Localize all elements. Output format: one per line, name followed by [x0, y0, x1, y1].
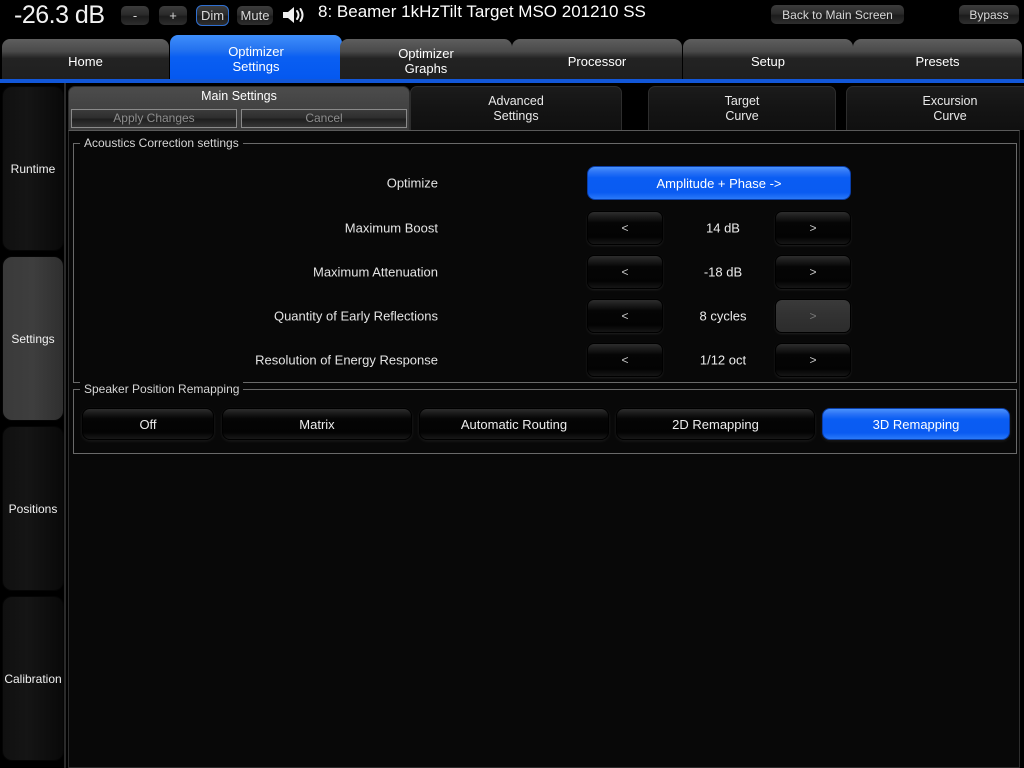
- sidebar-divider: [64, 83, 66, 768]
- acoustics-group-label: Acoustics Correction settings: [80, 136, 243, 150]
- increment-button[interactable]: >: [775, 255, 851, 289]
- decrement-button[interactable]: <: [587, 299, 663, 333]
- main-tab-sublabel: Graphs: [404, 61, 448, 76]
- sidebar-item-calibration[interactable]: Calibration: [2, 596, 64, 761]
- dim-button[interactable]: Dim: [196, 5, 229, 26]
- setting-label: Quantity of Early Reflections: [273, 308, 438, 324]
- main-tab-optimizer-settings[interactable]: Optimizer Settings: [170, 35, 342, 83]
- optimize-row: Optimize Amplitude + Phase ->: [74, 166, 1016, 200]
- main-tab-label: Optimizer: [228, 44, 284, 59]
- setting-value: 8 cycles: [699, 308, 747, 324]
- speaker-position-remapping-group: Speaker Position Remapping Off Matrix Auto…: [73, 382, 1017, 454]
- setting-label: Resolution of Energy Response: [255, 352, 438, 368]
- decrement-button[interactable]: <: [587, 255, 663, 289]
- main-tab-home[interactable]: Home: [2, 39, 169, 83]
- sub-tab-target[interactable]: Target Curve: [648, 86, 836, 130]
- sidebar-item-label: Positions: [8, 501, 58, 516]
- sidebar-item-settings[interactable]: Settings: [2, 256, 64, 421]
- sidebar-item-positions[interactable]: Positions: [2, 426, 64, 591]
- main-tab-label: Processor: [567, 53, 627, 69]
- main-tab-label: Home: [68, 53, 103, 69]
- sub-tab-bar: Main Settings Apply Changes Cancel Advanced…: [68, 86, 1024, 130]
- increment-button[interactable]: >: [775, 211, 851, 245]
- sidebar-item-label: Settings: [11, 331, 55, 346]
- main-tab-label: Setup: [751, 53, 785, 69]
- volume-decrease-button[interactable]: -: [120, 5, 150, 26]
- main-tab-sublabel: Settings: [232, 59, 280, 74]
- sub-tab-main-settings[interactable]: Main Settings Apply Changes Cancel: [68, 86, 410, 130]
- preset-title: 8: Beamer 1kHzTilt Target MSO 201210 SS: [318, 2, 646, 21]
- sub-tab-label: Main Settings: [201, 89, 277, 103]
- sidebar-item-label: Runtime: [10, 161, 56, 176]
- remapping-option-automatic-routing[interactable]: Automatic Routing: [419, 408, 609, 440]
- content-panel: Acoustics Correction settings Optimize A…: [68, 130, 1020, 768]
- mute-button[interactable]: Mute: [236, 5, 274, 26]
- volume-readout: -26.3 dB: [14, 1, 105, 29]
- setting-value: 14 dB: [706, 220, 740, 236]
- top-bar: -26.3 dB - + Dim Mute 8: Beamer 1kHzTilt…: [0, 0, 1024, 31]
- main-tab-processor[interactable]: Processor: [512, 39, 682, 83]
- main-tab-optimizer-graphs[interactable]: Optimizer Graphs: [340, 39, 512, 83]
- remapping-group-label: Speaker Position Remapping: [80, 382, 244, 396]
- sub-tab-sublabel: Settings: [493, 108, 539, 123]
- sub-tab-sublabel: Curve: [725, 108, 759, 123]
- optimize-mode-button[interactable]: Amplitude + Phase ->: [587, 166, 851, 200]
- speaker-volume-icon: [281, 4, 307, 26]
- remapping-option-3d-remapping[interactable]: 3D Remapping: [822, 408, 1010, 440]
- sub-tab-label: Advanced: [488, 93, 544, 108]
- increment-button[interactable]: >: [775, 343, 851, 377]
- bypass-button[interactable]: Bypass: [958, 4, 1020, 25]
- remapping-option-off[interactable]: Off: [82, 408, 214, 440]
- action-button-row: Apply Changes Cancel: [71, 109, 407, 128]
- tab-underline: [0, 79, 1024, 83]
- remapping-option-2d-remapping[interactable]: 2D Remapping: [616, 408, 815, 440]
- main-tab-label: Optimizer: [398, 46, 454, 61]
- sub-tab-label: Target: [724, 93, 760, 108]
- optimize-label: Optimize: [386, 175, 438, 191]
- setting-row: Maximum Attenuation < -18 dB >: [74, 255, 1016, 289]
- setting-label: Maximum Boost: [344, 220, 438, 236]
- apply-changes-button[interactable]: Apply Changes: [71, 109, 237, 128]
- setting-label: Maximum Attenuation: [312, 264, 438, 280]
- remapping-option-matrix[interactable]: Matrix: [222, 408, 412, 440]
- main-tab-presets[interactable]: Presets: [853, 39, 1022, 83]
- sub-tab-sublabel: Curve: [933, 108, 967, 123]
- main-tab-setup[interactable]: Setup: [683, 39, 853, 83]
- decrement-button[interactable]: <: [587, 211, 663, 245]
- setting-value: 1/12 oct: [699, 352, 747, 368]
- sidebar: Runtime Settings Positions Calibration: [0, 83, 64, 768]
- cancel-button[interactable]: Cancel: [241, 109, 407, 128]
- increment-button: >: [775, 299, 851, 333]
- decrement-button[interactable]: <: [587, 343, 663, 377]
- setting-row: Maximum Boost <14 dB >: [74, 211, 1016, 245]
- setting-row: Quantity of Early Reflections <8 cycles >: [74, 299, 1016, 333]
- setting-row: Resolution of Energy Response <1/12 oct >: [74, 343, 1016, 377]
- main-tab-label: Presets: [915, 53, 960, 69]
- back-to-main-screen-button[interactable]: Back to Main Screen: [770, 4, 905, 25]
- sidebar-item-runtime[interactable]: Runtime: [2, 86, 64, 251]
- main-tab-bar: Home Optimizer Settings Optimizer Graphs Proc…: [0, 31, 1024, 83]
- volume-increase-button[interactable]: +: [158, 5, 188, 26]
- sub-tab-advanced[interactable]: Advanced Settings: [410, 86, 622, 130]
- sidebar-item-label: Calibration: [4, 671, 62, 686]
- sub-tab-excursion[interactable]: Excursion Curve: [846, 86, 1024, 130]
- setting-value: -18 dB: [703, 264, 743, 280]
- sub-tab-label: Excursion: [922, 93, 978, 108]
- acoustics-correction-group: Acoustics Correction settings Optimize A…: [73, 136, 1017, 383]
